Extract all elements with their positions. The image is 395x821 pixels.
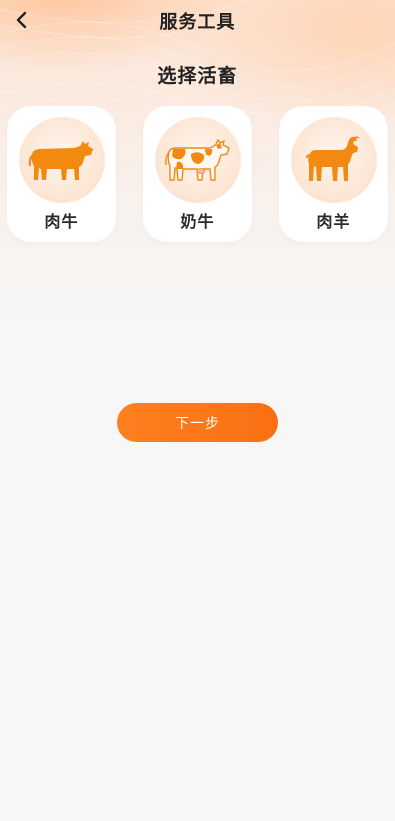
icon-circle bbox=[155, 117, 241, 203]
livestock-label: 肉羊 bbox=[316, 212, 351, 231]
header-bar: 服务工具 bbox=[0, 0, 395, 40]
livestock-card-beef-cattle[interactable]: 肉牛 bbox=[7, 106, 116, 242]
beef-cattle-icon bbox=[28, 141, 93, 180]
next-step-button[interactable]: 下一步 bbox=[117, 403, 278, 442]
livestock-label: 奶牛 bbox=[180, 212, 215, 231]
livestock-options: 肉牛 奶牛 肉羊 bbox=[7, 106, 388, 242]
dairy-cow-icon bbox=[165, 138, 230, 181]
section-title: 选择活畜 bbox=[157, 65, 238, 87]
livestock-card-meat-sheep[interactable]: 肉羊 bbox=[279, 106, 388, 242]
icon-circle bbox=[291, 117, 377, 203]
page-title: 服务工具 bbox=[159, 12, 236, 33]
meat-sheep-icon bbox=[306, 136, 360, 181]
livestock-label: 肉牛 bbox=[44, 212, 79, 231]
icon-circle bbox=[19, 117, 105, 203]
livestock-card-dairy-cow[interactable]: 奶牛 bbox=[143, 106, 252, 242]
